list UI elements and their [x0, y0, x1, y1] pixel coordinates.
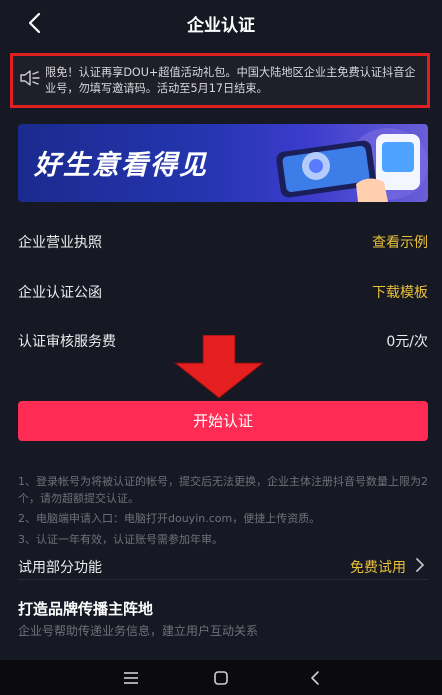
- review-fee-label: 认证审核服务费: [18, 334, 116, 350]
- row-certification-letter: 企业认证公函 下载模板: [18, 276, 428, 306]
- brand-section-subtitle: 企业号帮助传递业务信息，建立用户互动关系: [18, 624, 259, 638]
- promo-notice: 限免！认证再享DOU+超值活动礼包。中国大陆地区企业主免费认证抖音企业号，勿填写…: [10, 53, 430, 108]
- review-fee-value: 0元/次: [386, 334, 428, 350]
- notice-text: 限免！认证再享DOU+超值活动礼包。中国大陆地区企业主免费认证抖音企业号，勿填写…: [45, 66, 416, 95]
- promo-banner[interactable]: 好生意看得见: [18, 124, 428, 202]
- start-certification-button[interactable]: 开始认证: [18, 401, 428, 441]
- home-square-icon[interactable]: [211, 668, 231, 688]
- view-example-link[interactable]: 查看示例: [372, 232, 428, 252]
- speaker-icon: [20, 70, 40, 86]
- trial-features-row[interactable]: 试用部分功能 免费试用: [18, 553, 428, 580]
- certification-letter-label: 企业认证公函: [18, 285, 102, 301]
- notes: 1、登录帐号为将被认证的帐号，提交后无法更换，企业主体注册抖音号数量上限为2个，…: [18, 474, 430, 552]
- down-arrow-annotation: [173, 335, 265, 399]
- banner-slogan: 好生意看得见: [34, 150, 208, 181]
- system-nav-bar: [0, 660, 442, 695]
- back-triangle-icon[interactable]: [306, 668, 326, 688]
- menu-icon[interactable]: [121, 668, 141, 688]
- business-license-label: 企业营业执照: [18, 235, 102, 251]
- row-business-license: 企业营业执照 查看示例: [18, 226, 428, 256]
- note-item: 2、电脑端申请入口：电脑打开douyin.com，便捷上传资质。: [18, 512, 321, 525]
- phone-illustration: [276, 128, 428, 202]
- page-title: 企业认证: [187, 16, 255, 36]
- brand-section-title: 打造品牌传播主阵地: [18, 600, 154, 618]
- chevron-right-icon: [416, 558, 424, 572]
- download-template-link[interactable]: 下载模板: [372, 282, 428, 302]
- header: 企业认证: [0, 0, 442, 46]
- trial-features-label: 试用部分功能: [18, 560, 102, 576]
- note-item: 1、登录帐号为将被认证的帐号，提交后无法更换，企业主体注册抖音号数量上限为2个，…: [18, 475, 428, 505]
- free-trial-link[interactable]: 免费试用: [350, 557, 406, 577]
- note-item: 3、认证一年有效，认证账号需参加年审。: [18, 532, 223, 546]
